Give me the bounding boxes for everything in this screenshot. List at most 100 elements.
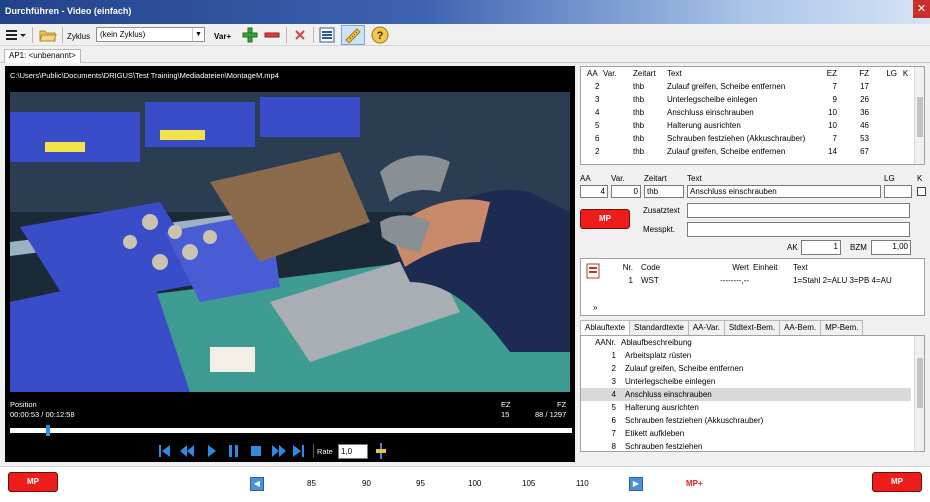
timeline-next-button[interactable]: ▶ <box>629 477 643 491</box>
col-text: Text <box>667 69 682 78</box>
editor-zeitart-label: Zeitart <box>644 174 667 183</box>
messpkt-input[interactable] <box>687 222 910 237</box>
video-seek-track[interactable] <box>10 428 572 433</box>
list-item[interactable]: 5 Halterung ausrichten <box>581 401 911 414</box>
open-folder-button[interactable] <box>37 26 59 44</box>
col-fz: FZ <box>859 69 869 78</box>
zusatztext-input[interactable] <box>687 203 910 218</box>
list-item[interactable]: 6 Schrauben festziehen (Akkuschrauber) <box>581 414 911 427</box>
mp-button[interactable]: MP <box>580 209 630 229</box>
video-frame[interactable] <box>10 92 570 454</box>
tab-stdtext-bem[interactable]: Stdtext-Bem. <box>723 320 781 335</box>
playback-controls <box>157 444 307 458</box>
list-item-selected[interactable]: 4 Anschluss einschrauben <box>581 388 911 401</box>
pause-icon[interactable] <box>229 445 238 457</box>
col-aanr: AANr. <box>595 338 616 347</box>
table-row[interactable]: 6 thb Schrauben festziehen (Akkuschrauber)… <box>581 132 914 145</box>
var-input[interactable]: 0 <box>611 185 641 198</box>
expand-chevron-icon[interactable]: » <box>593 303 597 312</box>
col-wert: Wert <box>732 263 749 272</box>
tab-aa-bem[interactable]: AA-Bem. <box>779 320 822 335</box>
remove-step-button[interactable] <box>263 26 281 44</box>
list-item[interactable]: 7 Etikett aufkleben <box>581 427 911 440</box>
list-item[interactable]: 2 Zulauf greifen, Scheibe entfernen <box>581 362 911 375</box>
lg-input[interactable] <box>884 185 912 198</box>
mp-left-button[interactable]: MP <box>8 472 58 492</box>
video-file-path: C:\Users\Public\Documents\DRIGUS\Test Tr… <box>10 71 279 80</box>
help-icon: ? <box>371 26 389 44</box>
steps-table: AA Var. Zeitart Text EZ FZ LG K 2 thb Zula… <box>581 67 914 158</box>
cycle-select-value: (kein Zyklus) <box>100 30 146 39</box>
table-row[interactable]: 4 thb Anschluss einschrauben 10 36 <box>581 106 914 119</box>
steps-scrollbar[interactable] <box>914 67 924 164</box>
video-frame-image <box>10 92 570 392</box>
list-item[interactable]: 3 Unterlegscheibe einlegen <box>581 375 911 388</box>
fz-label: FZ <box>557 400 567 409</box>
rate-input[interactable]: 1,0 <box>338 444 368 459</box>
text-tabs: Ablauftexte Standardtexte AA-Var. Stdtex… <box>580 320 864 335</box>
tab-aa-var[interactable]: AA-Var. <box>687 320 725 335</box>
hamburger-icon <box>6 30 26 40</box>
add-step-button[interactable] <box>241 26 259 44</box>
delete-x-icon <box>295 30 305 40</box>
editor-lg-label: LG <box>884 174 895 183</box>
col-code: Code <box>641 263 661 272</box>
zeitart-input[interactable]: thb <box>644 185 684 198</box>
video-seek-thumb[interactable] <box>46 425 51 436</box>
list-item[interactable]: 1 Arbeitsplatz rüsten <box>581 349 911 362</box>
col-ablaufbeschreibung: Ablaufbeschreibung <box>621 338 692 347</box>
editor-var-label: Var. <box>611 174 625 183</box>
col-nr: Nr. <box>622 263 633 272</box>
aa-input[interactable]: 4 <box>580 185 608 198</box>
menu-button[interactable] <box>4 26 28 44</box>
play-icon[interactable] <box>208 445 216 457</box>
position-label: Position <box>10 400 37 409</box>
tab-mp-bem[interactable]: MP-Bem. <box>820 320 864 335</box>
title-bar: Durchführen - Video (einfach) ✕ <box>0 0 930 24</box>
list-item[interactable]: 8 Schrauben festziehen <box>581 440 911 451</box>
ez-label: EZ <box>501 400 511 409</box>
tab-standardtexte[interactable]: Standardtexte <box>629 320 689 335</box>
mp-plus-button[interactable]: MP+ <box>686 479 703 488</box>
table-row[interactable]: 2 thb Zulauf greifen, Scheibe entfernen 14 6… <box>581 145 914 158</box>
table-row[interactable]: 2 thb Zulauf greifen, Scheibe entfernen 7 17 <box>581 80 914 93</box>
bzm-input[interactable]: 1,00 <box>871 240 911 255</box>
tab-ablauftexte[interactable]: Ablauftexte <box>580 320 631 335</box>
skip-to-end-icon[interactable] <box>293 445 304 457</box>
sequence-scrollbar[interactable] <box>914 336 924 451</box>
rewind-icon[interactable] <box>180 445 194 457</box>
table-row[interactable]: 5 thb Halterung ausrichten 10 46 <box>581 119 914 132</box>
sequence-panel: AANr. Ablaufbeschreibung 1 Arbeitsplatz r… <box>580 335 925 452</box>
fast-forward-icon[interactable] <box>272 445 286 457</box>
col-influence-text: Text <box>793 263 808 272</box>
measure-tool-button[interactable] <box>341 25 365 45</box>
list-view-button[interactable] <box>318 26 336 44</box>
sequence-table: AANr. Ablaufbeschreibung 1 Arbeitsplatz r… <box>581 336 911 451</box>
table-row[interactable]: 3 thb Unterlegscheibe einlegen 9 26 <box>581 93 914 106</box>
cycle-select[interactable]: (kein Zyklus) ▼ <box>96 27 205 42</box>
plus-icon <box>242 27 258 43</box>
ak-input[interactable]: 1 <box>801 240 841 255</box>
timeline-tick: 105 <box>522 479 536 488</box>
folder-icon <box>39 30 57 42</box>
stop-icon[interactable] <box>251 446 261 456</box>
rate-slider-icon[interactable] <box>374 442 388 460</box>
timeline-prev-button[interactable]: ◀ <box>250 477 264 491</box>
variant-plus-button[interactable]: Var+ <box>214 32 231 41</box>
help-button[interactable]: ? <box>370 26 390 44</box>
document-icon[interactable] <box>586 263 600 279</box>
skip-to-start-icon[interactable] <box>159 445 170 457</box>
chevron-down-icon: ▼ <box>192 28 204 41</box>
col-ez: EZ <box>826 69 837 78</box>
text-input[interactable]: Anschluss einschrauben <box>687 185 881 198</box>
svg-text:?: ? <box>377 30 384 42</box>
minus-icon <box>264 32 280 38</box>
close-button[interactable]: ✕ <box>913 0 930 18</box>
step-editor: AA Var. Zeitart Text LG K 4 0 thb Anschl… <box>580 168 926 258</box>
table-row[interactable]: 1 WST --------,-- 1=Stahl 2=ALU 3=PB 4=A… <box>605 274 921 287</box>
mp-right-button[interactable]: MP <box>872 472 922 492</box>
delete-button[interactable] <box>291 26 309 44</box>
k-checkbox[interactable] <box>917 187 926 196</box>
list-icon <box>319 27 335 43</box>
tab-ap1[interactable]: AP1: <unbenannt> <box>4 49 81 63</box>
